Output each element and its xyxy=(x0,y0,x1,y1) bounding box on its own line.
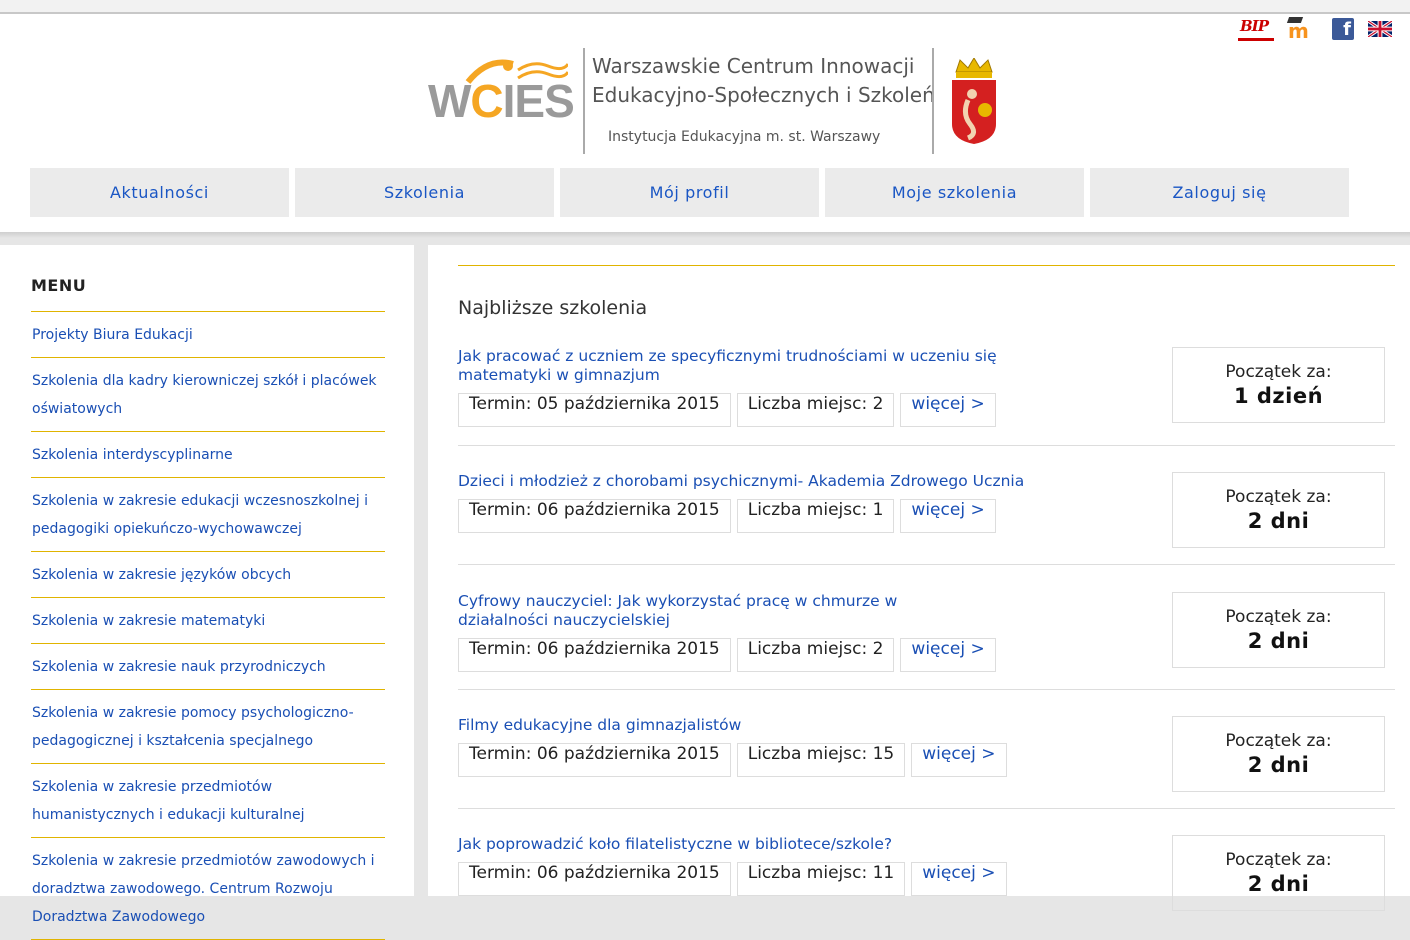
logo-line1: Warszawskie Centrum Innowacji xyxy=(592,54,915,78)
facebook-icon[interactable]: f xyxy=(1332,18,1354,40)
course-item: Cyfrowy nauczyciel: Jak wykorzystać prac… xyxy=(458,592,1395,690)
more-link[interactable]: więcej > xyxy=(900,499,996,533)
logo-divider xyxy=(932,48,934,154)
start-value: 1 dzień xyxy=(1233,384,1324,408)
nav-moj-profil[interactable]: Mój profil xyxy=(560,168,819,217)
top-rule xyxy=(458,265,1395,266)
course-title[interactable]: Jak poprowadzić koło filatelistyczne w b… xyxy=(458,835,1058,854)
more-link[interactable]: więcej > xyxy=(900,638,996,672)
start-countdown: Początek za: 2 dni xyxy=(1172,716,1385,792)
start-countdown: Początek za: 2 dni xyxy=(1172,472,1385,548)
start-label: Początek za: xyxy=(1225,607,1332,627)
sidebar-item[interactable]: Szkolenia w zakresie matematyki xyxy=(31,598,385,644)
start-countdown: Początek za: 1 dzień xyxy=(1172,347,1385,423)
site-logo[interactable]: WCIES Warszawskie Centrum Innowacji Eduk… xyxy=(428,34,1008,160)
course-item: Jak pracować z uczniem ze specyficznymi … xyxy=(458,347,1395,446)
course-seats: Liczba miejsc: 11 xyxy=(736,862,906,896)
top-bar xyxy=(0,0,1410,14)
sidebar-item[interactable]: Szkolenia w zakresie języków obcych xyxy=(31,552,385,598)
course-term: Termin: 06 października 2015 xyxy=(458,499,731,533)
bip-underline xyxy=(1238,38,1274,41)
header-shadow xyxy=(0,232,1410,238)
start-label: Początek za: xyxy=(1225,487,1332,507)
top-icons: BIP m f xyxy=(1224,17,1393,43)
course-separator xyxy=(458,564,1395,565)
more-link[interactable]: więcej > xyxy=(911,743,1007,777)
course-term: Termin: 06 października 2015 xyxy=(458,743,731,777)
course-separator xyxy=(458,445,1395,446)
course-title[interactable]: Dzieci i młodzież z chorobami psychiczny… xyxy=(458,472,1108,491)
sidebar-item[interactable]: Szkolenia w zakresie edukacji wczesnoszk… xyxy=(31,478,385,552)
sidebar-item-label[interactable]: Projekty Biura Edukacji xyxy=(32,321,384,349)
start-value: 2 dni xyxy=(1247,872,1310,896)
more-link[interactable]: więcej > xyxy=(911,862,1007,896)
sidebar-item-label[interactable]: Szkolenia dla kadry kierowniczej szkół i… xyxy=(32,367,384,423)
sidebar-item-label[interactable]: Szkolenia w zakresie przedmiotów humanis… xyxy=(32,773,384,829)
start-value: 2 dni xyxy=(1247,509,1310,533)
sidebar-title: MENU xyxy=(31,276,87,295)
start-label: Początek za: xyxy=(1225,731,1332,751)
main-nav: Aktualności Szkolenia Mój profil Moje sz… xyxy=(30,168,1355,217)
sidebar-item-label[interactable]: Szkolenia w zakresie matematyki xyxy=(32,607,384,635)
course-separator xyxy=(458,808,1395,809)
course-title[interactable]: Cyfrowy nauczyciel: Jak wykorzystać prac… xyxy=(458,592,908,630)
sidebar-item[interactable]: Szkolenia interdyscyplinarne xyxy=(31,432,385,478)
course-seats: Liczba miejsc: 2 xyxy=(736,393,895,427)
sidebar-item[interactable]: Szkolenia w zakresie nauk przyrodniczych xyxy=(31,644,385,690)
nav-zaloguj[interactable]: Zaloguj się xyxy=(1090,168,1349,217)
logo-divider xyxy=(583,48,585,154)
course-seats: Liczba miejsc: 15 xyxy=(736,743,906,777)
nav-aktualnosci[interactable]: Aktualności xyxy=(30,168,289,217)
main-content: Najbliższe szkolenia Jak pracować z uczn… xyxy=(428,245,1410,911)
start-value: 2 dni xyxy=(1247,629,1310,653)
course-title[interactable]: Filmy edukacyjne dla gimnazjalistów xyxy=(458,716,1058,735)
logo-line3: Instytucja Edukacyjna m. st. Warszawy xyxy=(608,129,881,145)
logo-wordmark: WCIES xyxy=(428,75,575,127)
more-link[interactable]: więcej > xyxy=(900,393,996,427)
section-heading: Najbliższe szkolenia xyxy=(458,297,648,319)
sidebar-item-label[interactable]: Szkolenia w zakresie nauk przyrodniczych xyxy=(32,653,384,681)
sidebar-item[interactable]: Szkolenia w zakresie przedmiotów humanis… xyxy=(31,764,385,838)
course-seats: Liczba miejsc: 2 xyxy=(736,638,895,672)
nav-szkolenia[interactable]: Szkolenia xyxy=(295,168,554,217)
sidebar-item-label[interactable]: Szkolenia w zakresie języków obcych xyxy=(32,561,384,589)
start-countdown: Początek za: 2 dni xyxy=(1172,592,1385,668)
course-item: Filmy edukacyjne dla gimnazjalistów Term… xyxy=(458,716,1395,809)
course-title[interactable]: Jak pracować z uczniem ze specyficznymi … xyxy=(458,347,1058,385)
nav-moje-szkolenia[interactable]: Moje szkolenia xyxy=(825,168,1084,217)
warsaw-crest-icon xyxy=(952,58,996,144)
moodle-letter: m xyxy=(1288,19,1309,43)
bip-text: BIP xyxy=(1240,17,1269,35)
sidebar-item[interactable]: Szkolenia dla kadry kierowniczej szkół i… xyxy=(31,358,385,432)
sidebar-item-label[interactable]: Szkolenia w zakresie pomocy psychologicz… xyxy=(32,699,384,755)
sidebar-item-label[interactable]: Szkolenia w zakresie edukacji wczesnoszk… xyxy=(32,487,384,543)
sidebar-menu: Projekty Biura Edukacji Szkolenia dla ka… xyxy=(31,311,385,940)
uk-flag-icon[interactable] xyxy=(1367,19,1393,39)
course-item: Jak poprowadzić koło filatelistyczne w b… xyxy=(458,835,1395,911)
logo-line2: Edukacyjno-Społecznych i Szkoleń xyxy=(592,83,935,107)
start-label: Początek za: xyxy=(1225,850,1332,870)
sidebar-item[interactable]: Szkolenia w zakresie przedmiotów zawodow… xyxy=(31,838,385,940)
sidebar-item[interactable]: Szkolenia w zakresie pomocy psychologicz… xyxy=(31,690,385,764)
course-separator xyxy=(458,689,1395,690)
moodle-icon[interactable]: m xyxy=(1286,17,1318,43)
course-seats: Liczba miejsc: 1 xyxy=(736,499,895,533)
course-term: Termin: 05 października 2015 xyxy=(458,393,731,427)
course-term: Termin: 06 października 2015 xyxy=(458,638,731,672)
start-label: Początek za: xyxy=(1225,362,1332,382)
bip-icon[interactable]: BIP xyxy=(1238,17,1274,41)
start-countdown: Początek za: 2 dni xyxy=(1172,835,1385,911)
sidebar-item-label[interactable]: Szkolenia interdyscyplinarne xyxy=(32,441,384,469)
course-term: Termin: 06 października 2015 xyxy=(458,862,731,896)
course-item: Dzieci i młodzież z chorobami psychiczny… xyxy=(458,472,1395,565)
start-value: 2 dni xyxy=(1247,753,1310,777)
sidebar-item[interactable]: Projekty Biura Edukacji xyxy=(31,312,385,358)
sidebar-item-label[interactable]: Szkolenia w zakresie przedmiotów zawodow… xyxy=(32,847,384,931)
